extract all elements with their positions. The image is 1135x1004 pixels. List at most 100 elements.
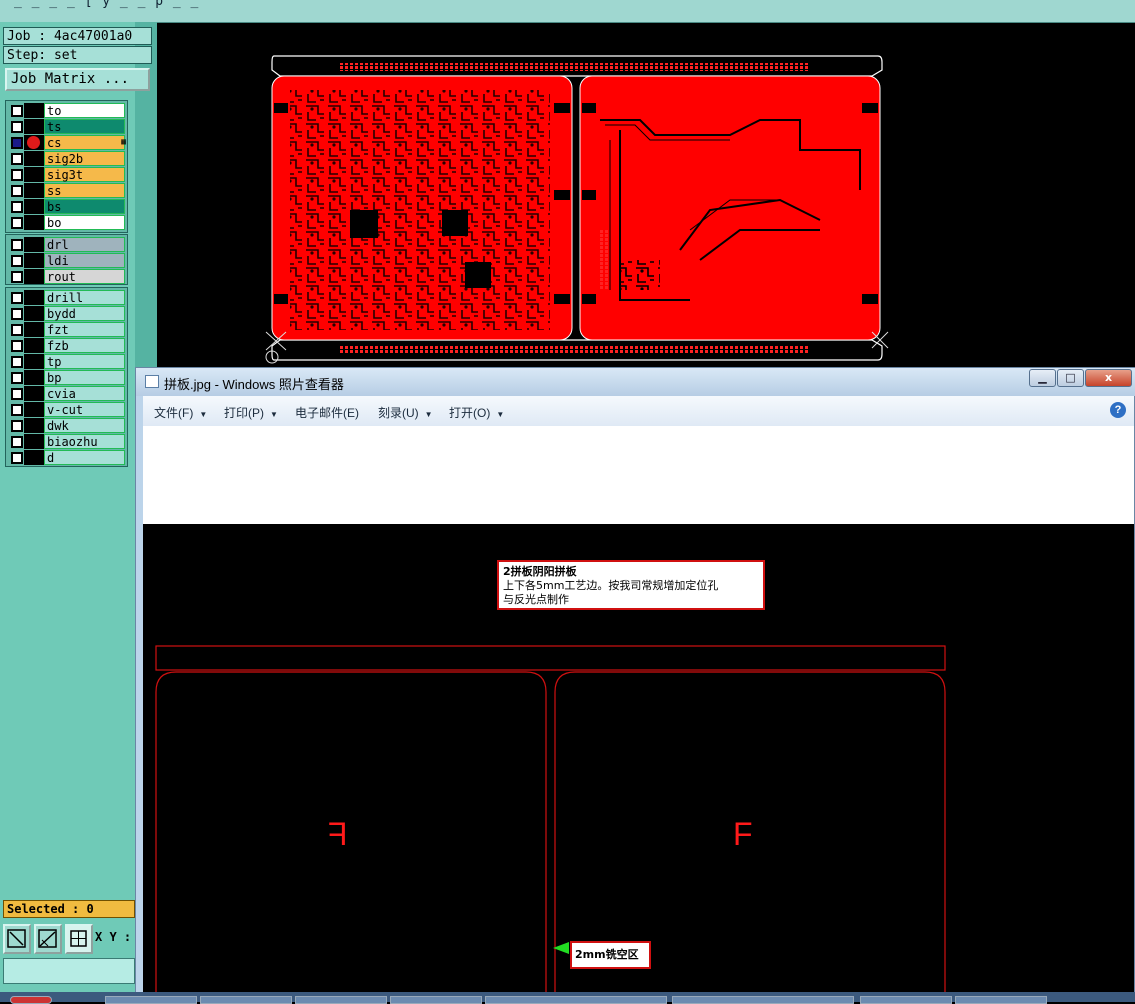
- layer-checkbox[interactable]: [11, 420, 23, 432]
- layer-row-fzt[interactable]: fzt: [8, 322, 128, 337]
- layer-name: ldi: [44, 253, 125, 268]
- minimize-button[interactable]: ▁: [1029, 369, 1056, 387]
- layer-row-ss[interactable]: ss: [8, 183, 128, 198]
- layer-row-ldi[interactable]: ldi: [8, 253, 128, 268]
- layer-color-swatch: [24, 450, 44, 465]
- layer-name: drl: [44, 237, 125, 252]
- layer-name: fzt: [44, 322, 125, 337]
- menu-open[interactable]: 打开(O) ▼: [449, 404, 504, 421]
- layer-row-bp[interactable]: bp: [8, 370, 128, 385]
- grid-tool-icon[interactable]: [65, 924, 93, 954]
- close-button[interactable]: x: [1085, 369, 1132, 387]
- layer-checkbox[interactable]: [11, 372, 23, 384]
- layer-checkbox[interactable]: [11, 271, 23, 283]
- layer-checkbox[interactable]: [11, 153, 23, 165]
- layer-checkbox[interactable]: [11, 388, 23, 400]
- layer-row-tp[interactable]: tp: [8, 354, 128, 369]
- menu-email[interactable]: 电子邮件(E): [295, 404, 359, 421]
- layer-checkbox[interactable]: [11, 201, 23, 213]
- taskbar-item[interactable]: [200, 996, 292, 1004]
- layer-name: bs: [44, 199, 125, 214]
- layer-row-bydd[interactable]: bydd: [8, 306, 128, 321]
- layer-row-dwk[interactable]: dwk: [8, 418, 128, 433]
- layer-color-swatch: [24, 418, 44, 433]
- layer-checkbox[interactable]: [11, 239, 23, 251]
- layer-row-fzb[interactable]: fzb: [8, 338, 128, 353]
- maximize-button[interactable]: □: [1057, 369, 1084, 387]
- layer-row-to[interactable]: to: [8, 103, 128, 118]
- layer-checkbox[interactable]: [11, 340, 23, 352]
- help-icon[interactable]: ?: [1110, 402, 1126, 418]
- layer-row-rout[interactable]: rout: [8, 269, 128, 284]
- taskbar-item[interactable]: [672, 996, 854, 1004]
- image-display-area[interactable]: 2拼板阴阳拼板 上下各5mm工艺边。按我司常规增加定位孔 与反光点制作 F F …: [143, 524, 1134, 1003]
- bottom-rail-pads: [340, 345, 810, 353]
- menu-print[interactable]: 打印(P) ▼: [224, 404, 278, 421]
- layer-checkbox[interactable]: [11, 452, 23, 464]
- layer-checkbox[interactable]: [11, 324, 23, 336]
- layer-checkbox[interactable]: [11, 137, 23, 149]
- layer-row-cvia[interactable]: cvia: [8, 386, 128, 401]
- layer-row-biaozhu[interactable]: biaozhu: [8, 434, 128, 449]
- viewer-title-bar[interactable]: 拼板.jpg - Windows 照片查看器 ▁ □ x: [136, 368, 1135, 396]
- layer-color-swatch: [24, 215, 44, 230]
- taskbar-item[interactable]: [955, 996, 1047, 1004]
- command-bar[interactable]: [3, 958, 135, 984]
- layer-checkbox[interactable]: [11, 255, 23, 267]
- layer-group-drill: drl ldi rout: [5, 234, 128, 285]
- layer-row-cs[interactable]: cs ▦: [8, 135, 128, 150]
- layer-color-swatch: [24, 167, 44, 182]
- layer-checkbox[interactable]: [11, 356, 23, 368]
- layer-checkbox[interactable]: [11, 169, 23, 181]
- layer-row-bs[interactable]: bs: [8, 199, 128, 214]
- menu-email-label: 电子邮件(E): [295, 406, 359, 420]
- layer-name: to: [44, 103, 125, 118]
- layer-row-drill[interactable]: drill: [8, 290, 128, 305]
- layer-checkbox[interactable]: [11, 292, 23, 304]
- layer-row-drl[interactable]: drl: [8, 237, 128, 252]
- zoom-fit-tool-icon[interactable]: [3, 924, 31, 954]
- measure-tool-icon[interactable]: [34, 924, 62, 954]
- layer-checkbox[interactable]: [11, 121, 23, 133]
- layer-name: rout: [44, 269, 125, 284]
- layer-row-ts[interactable]: ts: [8, 119, 128, 134]
- chevron-down-icon: ▼: [270, 410, 278, 419]
- step-label: Step: set: [3, 46, 152, 64]
- layer-name: d: [44, 450, 125, 465]
- layer-row-sig3t[interactable]: sig3t: [8, 167, 128, 182]
- layer-checkbox[interactable]: [11, 308, 23, 320]
- layer-row-v-cut[interactable]: v-cut: [8, 402, 128, 417]
- layer-checkbox[interactable]: [11, 105, 23, 117]
- menu-burn[interactable]: 刻录(U) ▼: [378, 404, 433, 421]
- xy-readout-label: X Y :: [95, 930, 132, 944]
- menu-file[interactable]: 文件(F) ▼: [154, 404, 207, 421]
- menu-file-label: 文件(F): [154, 406, 194, 420]
- layer-checkbox[interactable]: [11, 185, 23, 197]
- taskbar-item[interactable]: [390, 996, 482, 1004]
- layer-color-swatch: [24, 386, 44, 401]
- layer-row-bo[interactable]: bo: [8, 215, 128, 230]
- taskbar-item[interactable]: [860, 996, 952, 1004]
- job-label: Job : 4ac47001a0: [3, 27, 152, 45]
- layer-name: drill: [44, 290, 125, 305]
- taskbar-item[interactable]: [485, 996, 667, 1004]
- layer-name: sig3t: [44, 167, 125, 182]
- mirrored-f-marker: F: [328, 816, 348, 852]
- layer-options-icon[interactable]: ▦: [121, 137, 126, 146]
- layer-row-sig2b[interactable]: sig2b: [8, 151, 128, 166]
- app-title-text: _ _ _ _ [ y _ _ p _ _: [14, 0, 200, 9]
- start-orb-icon[interactable]: [10, 996, 52, 1004]
- layer-checkbox[interactable]: [11, 217, 23, 229]
- layer-row-d[interactable]: d: [8, 450, 128, 465]
- pcb-canvas[interactable]: [260, 50, 895, 370]
- layer-name: bydd: [44, 306, 125, 321]
- layer-checkbox[interactable]: [11, 404, 23, 416]
- layer-checkbox[interactable]: [11, 436, 23, 448]
- taskbar-item[interactable]: [105, 996, 197, 1004]
- layer-group-board: to ts cs ▦ sig2b sig3t ss bs bo: [5, 100, 128, 233]
- menu-burn-label: 刻录(U): [378, 406, 419, 420]
- image-file-icon: [145, 375, 159, 388]
- taskbar-item[interactable]: [295, 996, 387, 1004]
- job-matrix-button[interactable]: Job Matrix ...: [5, 68, 150, 91]
- layer-name: sig2b: [44, 151, 125, 166]
